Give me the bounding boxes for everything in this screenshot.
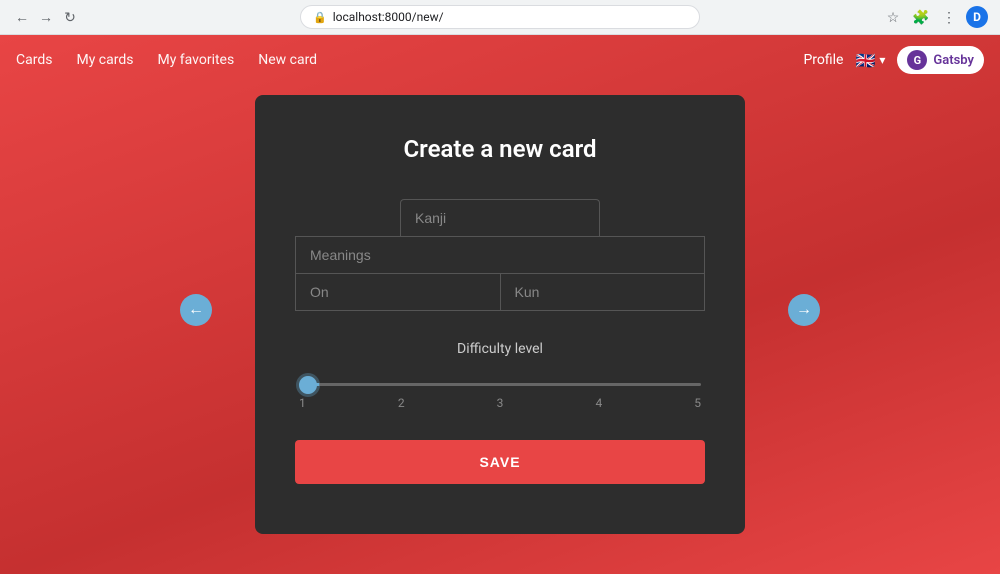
prev-card-button[interactable]: ← <box>180 294 212 326</box>
difficulty-label: Difficulty level <box>295 341 705 357</box>
bookmark-star-button[interactable]: ☆ <box>882 6 904 28</box>
flag-icon: 🇬🇧 <box>855 51 875 70</box>
address-bar[interactable]: 🔒 localhost:8000/new/ <box>300 5 700 29</box>
slider-container: 1 2 3 4 5 <box>295 371 705 410</box>
slider-label-3: 3 <box>497 396 504 410</box>
on-kun-row <box>295 273 705 311</box>
browser-actions: ☆ 🧩 ⋮ D <box>882 6 988 28</box>
gatsby-icon: G <box>907 50 927 70</box>
card-form-container: Create a new card Difficulty level <box>255 95 745 534</box>
url-text: localhost:8000/new/ <box>333 10 444 24</box>
difficulty-slider[interactable] <box>299 383 701 386</box>
on-input[interactable] <box>295 273 500 311</box>
browser-profile-avatar[interactable]: D <box>966 6 988 28</box>
back-button[interactable]: ← <box>12 7 32 27</box>
difficulty-section: Difficulty level 1 2 3 4 5 <box>295 341 705 410</box>
nav-my-favorites[interactable]: My favorites <box>157 52 234 68</box>
nav-links: Cards My cards My favorites New card <box>16 52 317 68</box>
nav-right: Profile 🇬🇧 ▾ G Gatsby <box>803 46 984 74</box>
lock-icon: 🔒 <box>313 11 327 24</box>
forward-button[interactable]: → <box>36 7 56 27</box>
navbar: Cards My cards My favorites New card Pro… <box>0 35 1000 85</box>
form-title: Create a new card <box>295 135 705 163</box>
save-button[interactable]: SAVE <box>295 440 705 484</box>
slider-labels: 1 2 3 4 5 <box>299 396 701 410</box>
profile-link[interactable]: Profile <box>803 52 843 68</box>
slider-label-4: 4 <box>595 396 602 410</box>
browser-chrome: ← → ↻ 🔒 localhost:8000/new/ ☆ 🧩 ⋮ D <box>0 0 1000 35</box>
language-chevron: ▾ <box>879 53 885 67</box>
meanings-input[interactable] <box>295 236 705 273</box>
gatsby-label: Gatsby <box>933 53 974 68</box>
kanji-wrapper <box>295 199 705 236</box>
slider-label-2: 2 <box>398 396 405 410</box>
slider-label-5: 5 <box>694 396 701 410</box>
left-arrow-icon: ← <box>188 301 204 319</box>
right-arrow-icon: → <box>796 301 812 319</box>
slider-label-1: 1 <box>299 396 306 410</box>
nav-new-card[interactable]: New card <box>258 52 317 68</box>
kanji-input[interactable] <box>400 199 600 236</box>
app-area: Cards My cards My favorites New card Pro… <box>0 35 1000 574</box>
refresh-button[interactable]: ↻ <box>60 7 80 27</box>
language-selector[interactable]: 🇬🇧 ▾ <box>855 51 885 70</box>
nav-my-cards[interactable]: My cards <box>76 52 133 68</box>
nav-cards[interactable]: Cards <box>16 52 52 68</box>
browser-nav-controls: ← → ↻ <box>12 7 80 27</box>
extensions-button[interactable]: 🧩 <box>910 6 932 28</box>
browser-menu-button[interactable]: ⋮ <box>938 6 960 28</box>
kun-input[interactable] <box>500 273 706 311</box>
form-fields <box>295 199 705 311</box>
next-card-button[interactable]: → <box>788 294 820 326</box>
gatsby-logo[interactable]: G Gatsby <box>897 46 984 74</box>
main-content: ← Create a new card Difficulty leve <box>0 85 1000 534</box>
